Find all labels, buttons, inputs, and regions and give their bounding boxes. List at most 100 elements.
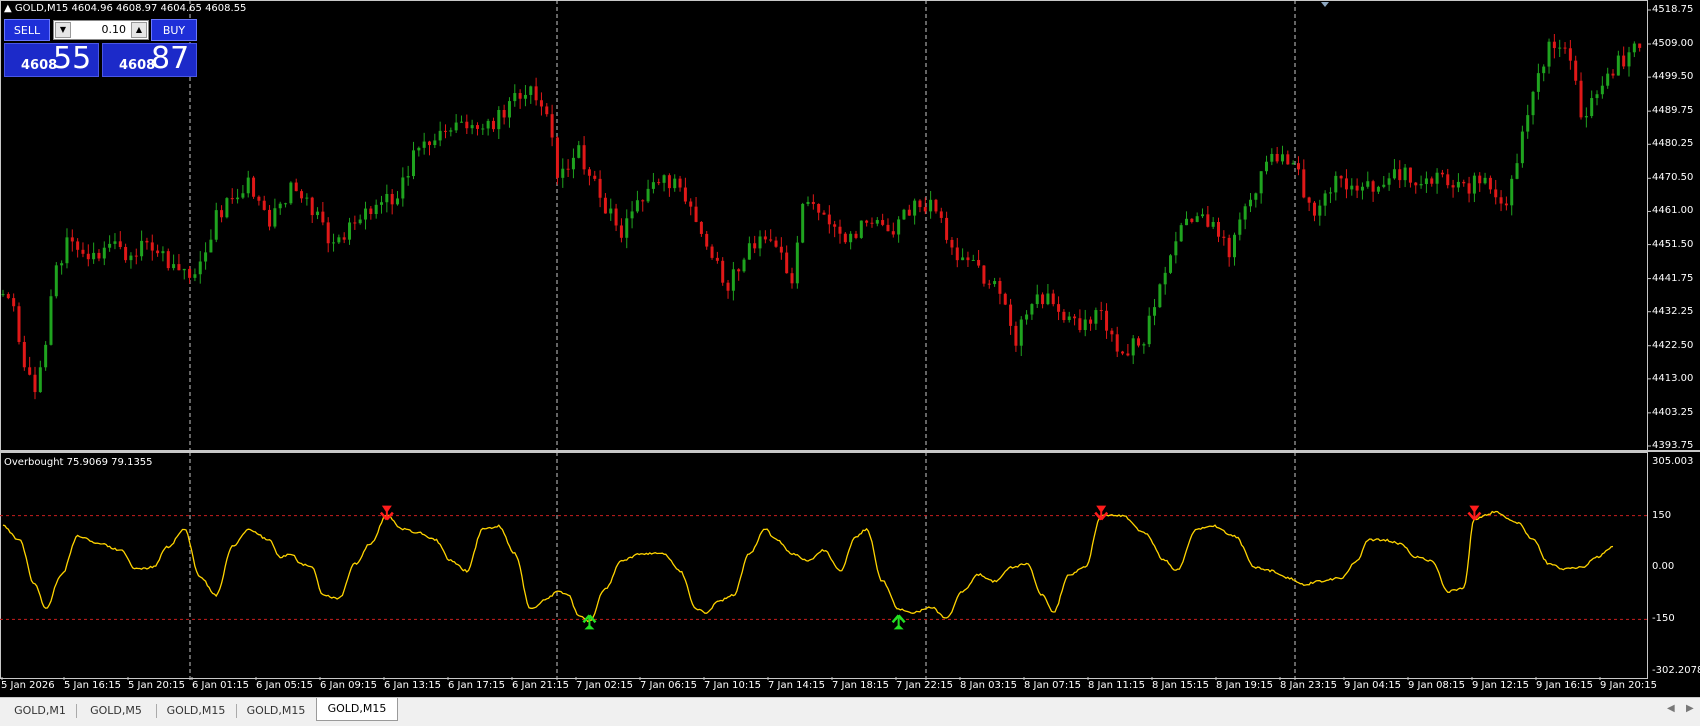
candle xyxy=(273,198,277,229)
candle-body xyxy=(1078,318,1082,331)
candle-body xyxy=(891,231,895,235)
candle xyxy=(534,77,538,106)
candle-body xyxy=(1590,98,1594,117)
candle xyxy=(145,237,149,250)
candle-body xyxy=(1403,167,1407,181)
candle-body xyxy=(1371,181,1375,192)
candle xyxy=(763,230,767,244)
candle xyxy=(1456,173,1460,193)
candle-body xyxy=(1264,161,1268,172)
candle xyxy=(518,89,522,109)
candle-body xyxy=(294,182,298,192)
tab-gold-chart[interactable]: GOLD,M5 xyxy=(76,701,156,721)
candle-body xyxy=(475,125,479,129)
candle-body xyxy=(1083,319,1087,331)
candle xyxy=(849,231,853,250)
candle xyxy=(257,195,261,206)
tab-gold-chart[interactable]: GOLD,M1 xyxy=(4,701,76,721)
candle xyxy=(1398,160,1402,188)
candle xyxy=(683,177,687,205)
candle-body xyxy=(1296,163,1300,170)
candle xyxy=(529,85,533,104)
candle xyxy=(1147,307,1151,348)
candle-body xyxy=(257,196,261,201)
lot-size-input[interactable]: ▼ 0.10 ▲ xyxy=(53,20,149,40)
candle xyxy=(1067,311,1071,323)
candle-body xyxy=(534,86,538,101)
candle-body xyxy=(1131,338,1135,356)
candle xyxy=(865,219,869,227)
indicator-chart[interactable] xyxy=(0,452,1700,680)
tab-gold-chart[interactable]: GOLD,M15 xyxy=(316,698,398,721)
tab-scroll-left-icon[interactable]: ◀ xyxy=(1667,703,1675,714)
candle-body xyxy=(193,274,197,278)
candle-body xyxy=(124,246,128,261)
candle-body xyxy=(705,233,709,247)
candle xyxy=(961,248,965,261)
candle-body xyxy=(220,210,224,218)
candle xyxy=(662,174,666,192)
one-click-trading-panel: SELL ▼ 0.10 ▲ BUY 4608 55 4608 87 xyxy=(3,19,198,77)
candle-body xyxy=(747,243,751,260)
candle xyxy=(1360,182,1364,200)
candles xyxy=(1,33,1642,400)
candle xyxy=(1590,90,1594,119)
buy-button[interactable]: BUY xyxy=(151,19,197,41)
candle-body xyxy=(182,268,186,271)
candle-body xyxy=(172,264,176,269)
candle-body xyxy=(619,225,623,238)
candle-body xyxy=(1627,52,1631,67)
candle xyxy=(182,268,186,280)
indicator-title: Overbought 75.9069 79.1355 xyxy=(4,457,153,468)
candle xyxy=(1520,125,1524,168)
candle xyxy=(65,228,69,269)
price-chart[interactable] xyxy=(0,0,1700,452)
candle xyxy=(230,188,234,204)
candle xyxy=(17,302,21,345)
price-tick-label: 4489.75 xyxy=(1652,105,1694,117)
candle xyxy=(332,233,336,252)
candle-body xyxy=(1227,237,1231,258)
candle xyxy=(502,104,506,125)
indicator-tick-label: -150 xyxy=(1652,613,1675,625)
candle xyxy=(465,114,469,135)
candle xyxy=(1062,309,1066,323)
candle-body xyxy=(1616,55,1620,76)
candle-body xyxy=(1110,330,1114,335)
candle-body xyxy=(364,208,368,220)
candle-body xyxy=(507,101,511,118)
candle xyxy=(993,277,997,287)
candle-body xyxy=(497,109,501,130)
candle-body xyxy=(1542,66,1546,74)
candle-body xyxy=(950,239,954,248)
candle-body xyxy=(555,137,559,178)
candle xyxy=(54,262,58,299)
candle xyxy=(417,146,421,157)
lot-increase-icon[interactable]: ▲ xyxy=(131,22,147,38)
collapse-triangle-icon[interactable]: ▲ xyxy=(4,3,15,14)
candle-body xyxy=(1478,175,1482,184)
candle-body xyxy=(1483,177,1487,184)
candle-body xyxy=(1190,218,1194,222)
buy-price-button[interactable]: 4608 87 xyxy=(102,41,197,77)
candle xyxy=(81,242,85,258)
sell-button[interactable]: SELL xyxy=(4,19,50,41)
sell-price-button[interactable]: 4608 55 xyxy=(4,41,99,77)
chart-window[interactable]: ▲ GOLD,M15 4604.96 4608.97 4604.65 4608.… xyxy=(0,0,1700,697)
lot-value[interactable]: 0.10 xyxy=(72,22,127,38)
lot-decrease-icon[interactable]: ▼ xyxy=(55,22,71,38)
candle xyxy=(1350,178,1354,196)
candle-body xyxy=(134,255,138,257)
candle-body xyxy=(204,252,208,262)
candle xyxy=(801,202,805,244)
tab-gold-chart[interactable]: GOLD,M15 xyxy=(236,701,316,721)
candle-body xyxy=(161,251,165,254)
candle-body xyxy=(934,199,938,212)
tab-scroll-right-icon[interactable]: ▶ xyxy=(1686,703,1694,714)
tab-gold-chart[interactable]: GOLD,M15 xyxy=(156,701,236,721)
candle-body xyxy=(188,268,192,278)
candle xyxy=(1478,172,1482,192)
candle xyxy=(1126,343,1130,357)
candle xyxy=(897,216,901,243)
candle xyxy=(1094,307,1098,330)
